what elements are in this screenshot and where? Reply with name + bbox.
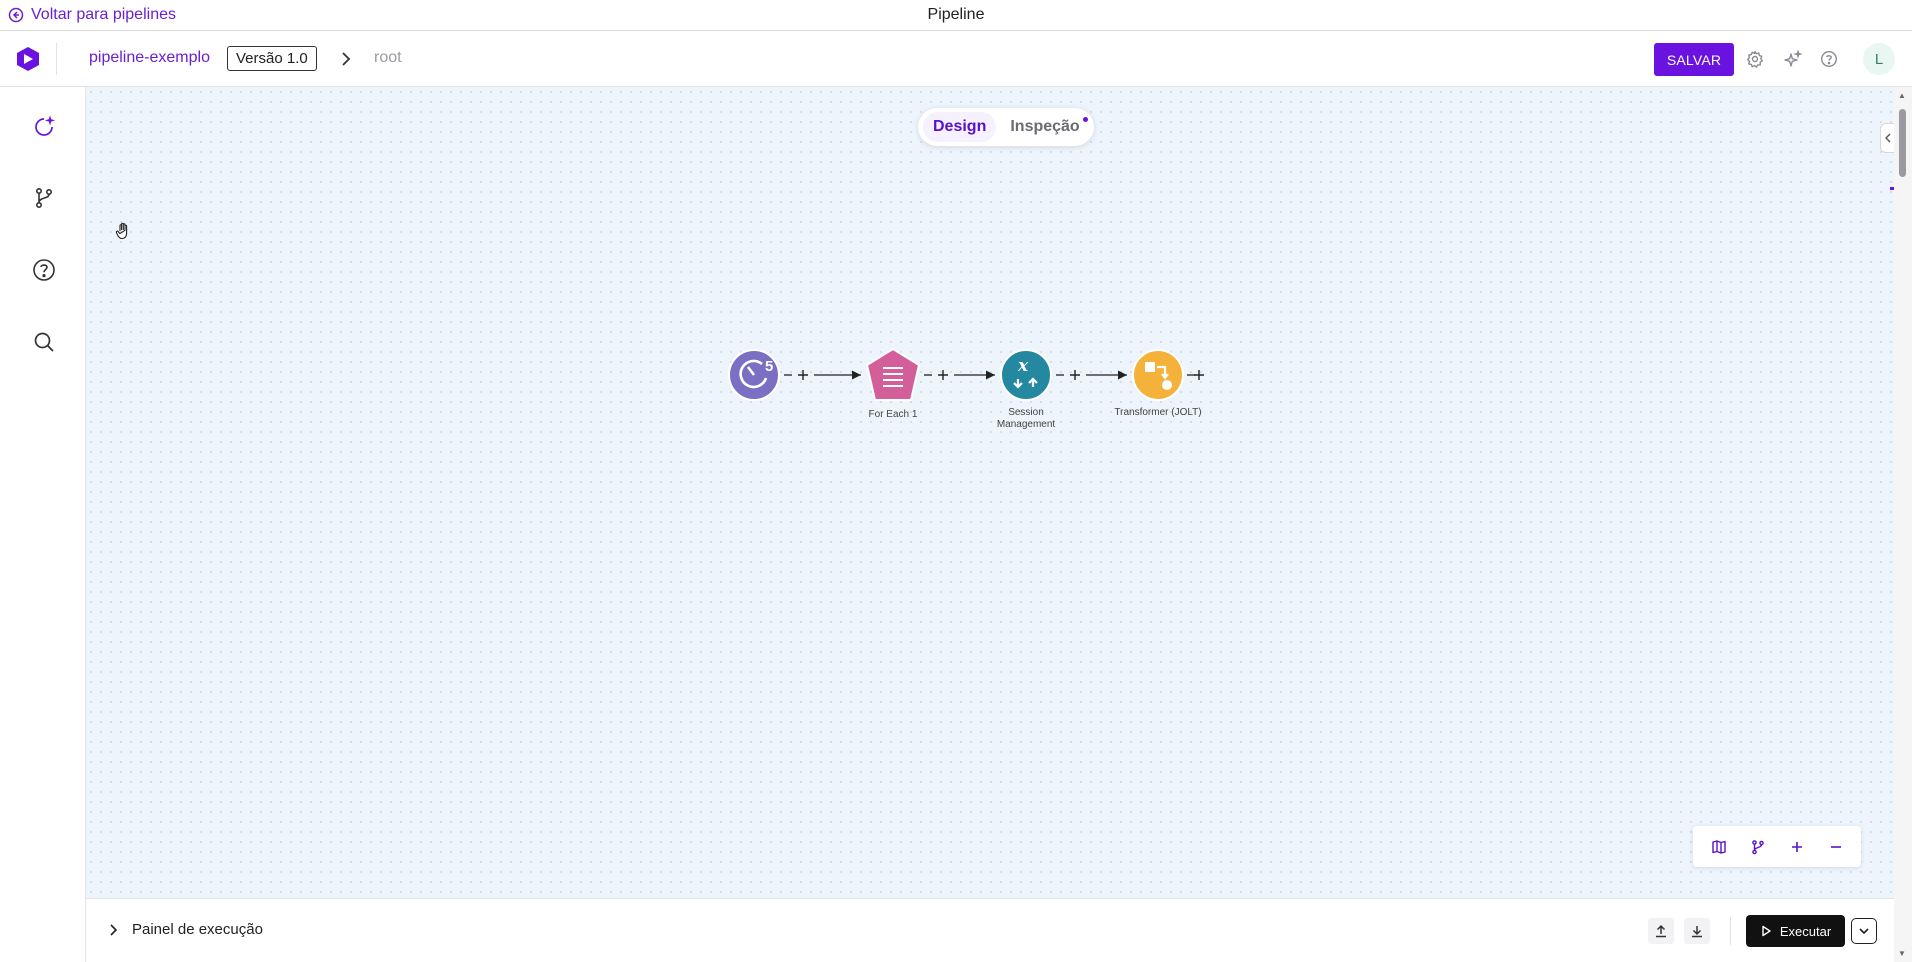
scroll-down-icon[interactable]: ▼	[1898, 949, 1906, 958]
header-divider	[56, 43, 57, 75]
pipeline-flow: 5 x	[728, 348, 1204, 401]
node-label: Transformer (JOLT)	[1114, 407, 1202, 418]
map-icon	[1711, 839, 1726, 854]
add-step-button[interactable]	[798, 370, 808, 380]
zoom-out-button[interactable]	[1825, 836, 1847, 858]
node-label: Session Management	[996, 407, 1056, 430]
execution-panel: Painel de execução Executar	[86, 898, 1894, 962]
download-icon	[1692, 926, 1702, 938]
window-title: Pipeline	[927, 6, 985, 23]
zoom-in-button[interactable]	[1786, 836, 1808, 858]
pipeline-name[interactable]: pipeline-exemplo	[89, 49, 210, 67]
download-button[interactable]	[1684, 918, 1710, 944]
app-logo[interactable]	[14, 45, 42, 73]
add-step-button[interactable]	[938, 370, 948, 380]
settings-icon[interactable]	[1746, 50, 1764, 68]
left-sidebar	[0, 87, 86, 962]
zoom-controls	[1693, 826, 1861, 867]
timer-number: 5	[765, 358, 773, 375]
panel-divider	[1730, 917, 1731, 945]
help-icon[interactable]	[1820, 50, 1838, 68]
chevron-right-icon	[342, 52, 351, 66]
save-button[interactable]: SALVAR	[1654, 43, 1734, 76]
app-header: pipeline-exemplo Versão 1.0 root SALVAR …	[0, 31, 1912, 87]
run-button[interactable]: Executar	[1746, 915, 1845, 947]
chevron-right-icon	[110, 923, 118, 936]
add-step-button[interactable]	[1194, 370, 1204, 380]
node-timer[interactable]: 5	[728, 349, 780, 401]
minimap-button[interactable]	[1708, 836, 1730, 858]
execution-panel-toggle[interactable]: Painel de execução	[106, 921, 263, 938]
run-button-label: Executar	[1779, 923, 1832, 939]
user-avatar[interactable]: L	[1863, 43, 1895, 75]
version-badge[interactable]: Versão 1.0	[227, 46, 317, 71]
upload-icon	[1656, 924, 1666, 938]
help-icon[interactable]	[31, 257, 57, 283]
chevron-left-icon	[1884, 133, 1890, 143]
node-label: For Each 1	[868, 409, 918, 420]
scroll-up-icon[interactable]: ▲	[1898, 91, 1906, 100]
pipeline-canvas[interactable]: Design Inspeção 5 x For Each 1 Session M…	[86, 87, 1894, 898]
zoom-out-icon	[1830, 845, 1841, 848]
vertical-scrollbar[interactable]: ▲ ▼	[1894, 87, 1912, 962]
upload-button[interactable]	[1648, 918, 1674, 944]
execution-panel-label: Painel de execução	[132, 921, 263, 938]
svg-text:x: x	[1017, 356, 1029, 376]
new-pipeline-icon[interactable]	[31, 114, 57, 140]
node-session-management[interactable]: x	[1000, 349, 1052, 401]
branch-icon[interactable]	[31, 185, 57, 211]
scrollbar-thumb[interactable]	[1899, 109, 1906, 177]
collapse-panel-button[interactable]	[1880, 123, 1894, 153]
chevron-down-icon	[1859, 928, 1869, 935]
breadcrumb-root[interactable]: root	[374, 49, 402, 67]
add-step-button[interactable]	[1070, 370, 1080, 380]
auto-layout-button[interactable]	[1747, 836, 1769, 858]
sparkle-icon[interactable]	[1784, 50, 1802, 68]
run-options-button[interactable]	[1851, 918, 1877, 944]
play-icon	[1762, 925, 1771, 937]
branch-icon	[1751, 839, 1764, 854]
node-transformer[interactable]	[1132, 349, 1184, 401]
node-for-each[interactable]	[866, 348, 920, 401]
zoom-in-icon	[1791, 841, 1802, 852]
window-titlebar: Voltar para pipelines Pipeline	[0, 0, 1912, 31]
search-icon[interactable]	[31, 329, 57, 355]
